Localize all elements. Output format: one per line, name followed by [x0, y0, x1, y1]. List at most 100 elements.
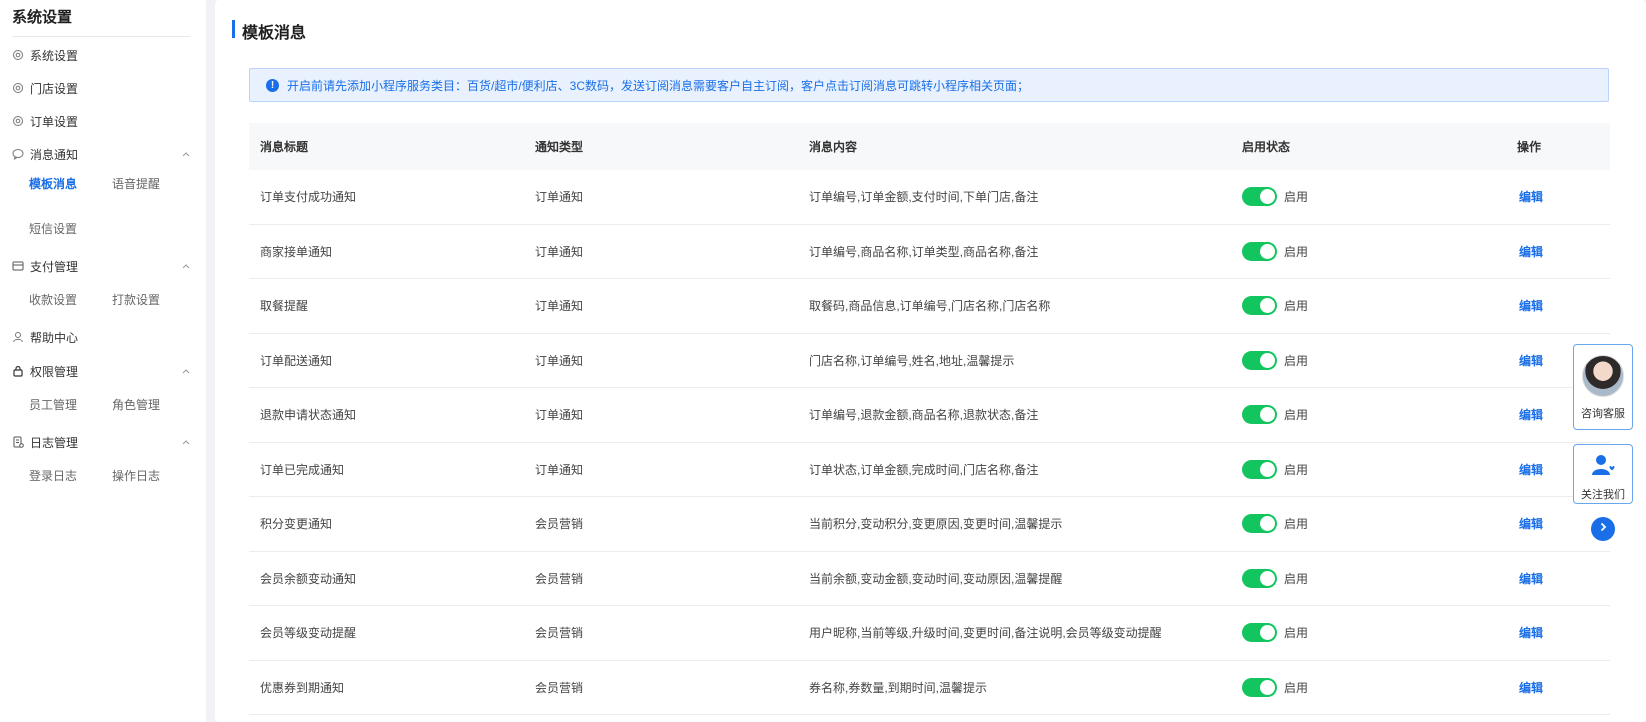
- status-label: 启用: [1284, 626, 1309, 641]
- cell-type: 订单通知: [535, 299, 584, 314]
- enable-toggle[interactable]: [1242, 568, 1277, 588]
- cell-action: 编辑: [1506, 297, 1610, 314]
- sidebar-item-order-settings[interactable]: 订单设置: [12, 109, 192, 133]
- enable-toggle[interactable]: [1242, 623, 1277, 643]
- sidebar-divider: [12, 36, 190, 37]
- cell-status: 启用: [1231, 296, 1506, 316]
- cell-status: 启用: [1231, 350, 1506, 370]
- enable-toggle[interactable]: [1242, 677, 1277, 697]
- edit-link[interactable]: 编辑: [1519, 408, 1543, 422]
- sidebar-sub-sms-settings[interactable]: 短信设置: [29, 220, 77, 237]
- sidebar-sub-payout-settings[interactable]: 打款设置: [112, 291, 160, 308]
- sidebar-item-label: 订单设置: [30, 114, 79, 129]
- cell-content: 用户昵称,当前等级,升级时间,变更时间,备注说明,会员等级变动提醒: [809, 626, 1162, 641]
- cell-title: 订单已完成通知: [260, 462, 345, 477]
- page-title: 模板消息: [242, 25, 307, 42]
- template-message-table: 消息标题 通知类型 消息内容 启用状态 操作 订单支付成功通知 订单通知 订单编号,…: [249, 123, 1610, 715]
- sidebar-item-system-settings[interactable]: 系统设置: [12, 43, 192, 67]
- sidebar-item-log[interactable]: 日志管理: [12, 430, 192, 454]
- sidebar-item-permission[interactable]: 权限管理: [12, 359, 192, 383]
- column-header-title: 消息标题: [260, 140, 309, 154]
- sidebar-item-label: 支付管理: [30, 259, 79, 274]
- cell-status: 启用: [1231, 187, 1506, 207]
- edit-link[interactable]: 编辑: [1519, 681, 1543, 695]
- notice-banner: ! 开启前请先添加小程序服务类目：百货/超市/便利店、3C数码，发送订阅消息需要…: [249, 68, 1609, 102]
- sidebar-sub-login-log[interactable]: 登录日志: [29, 467, 77, 484]
- status-label: 启用: [1284, 517, 1309, 532]
- cell-content: 门店名称,订单编号,姓名,地址,温馨提示: [809, 353, 1015, 368]
- cell-content: 券名称,券数量,到期时间,温馨提示: [809, 680, 988, 695]
- enable-toggle[interactable]: [1242, 241, 1277, 261]
- sidebar-item-store-settings[interactable]: 门店设置: [12, 76, 192, 100]
- enable-toggle[interactable]: [1242, 459, 1277, 479]
- table-row: 会员等级变动提醒 会员营销 用户昵称,当前等级,升级时间,变更时间,备注说明,会员等…: [249, 606, 1610, 661]
- lock-icon: [12, 365, 24, 377]
- sidebar-item-message-notify[interactable]: 消息通知: [12, 142, 192, 166]
- cell-status: 启用: [1231, 677, 1506, 697]
- table-row: 积分变更通知 会员营销 当前积分,变动积分,变更原因,变更时间,温馨提示 启用 编辑: [249, 497, 1610, 552]
- sidebar: 系统设置 系统设置 门店设置 订单设置 消息通知 模板消息 语音提醒 短信设置 …: [0, 0, 206, 722]
- cell-status: 启用: [1231, 405, 1506, 425]
- cell-content: 当前余额,变动金额,变动时间,变动原因,温馨提醒: [809, 571, 1063, 586]
- sidebar-item-label: 权限管理: [30, 364, 79, 379]
- consult-customer-service-button[interactable]: 咨询客服: [1573, 344, 1633, 430]
- table-row: 订单配送通知 订单通知 门店名称,订单编号,姓名,地址,温馨提示 启用 编辑: [249, 334, 1610, 388]
- edit-link[interactable]: 编辑: [1519, 299, 1543, 313]
- notice-text: 开启前请先添加小程序服务类目：百货/超市/便利店、3C数码，发送订阅消息需要客户…: [287, 78, 1030, 93]
- user-icon: [12, 331, 24, 343]
- status-label: 启用: [1284, 353, 1309, 368]
- gear-icon: [12, 49, 24, 61]
- sidebar-item-help-center[interactable]: 帮助中心: [12, 325, 192, 349]
- edit-link[interactable]: 编辑: [1519, 626, 1543, 640]
- sidebar-sub-template-message[interactable]: 模板消息: [29, 175, 77, 192]
- edit-link[interactable]: 编辑: [1519, 354, 1543, 368]
- cell-type: 会员营销: [535, 680, 584, 695]
- cell-status: 启用: [1231, 623, 1506, 643]
- sidebar-sub-operation-log[interactable]: 操作日志: [112, 467, 160, 484]
- cell-title: 取餐提醒: [260, 299, 309, 314]
- enable-toggle[interactable]: [1242, 350, 1277, 370]
- sidebar-item-label: 门店设置: [30, 81, 79, 96]
- sidebar-item-label: 消息通知: [30, 147, 79, 162]
- enable-toggle[interactable]: [1242, 514, 1277, 534]
- column-header-type: 通知类型: [535, 140, 584, 154]
- cell-content: 取餐码,商品信息,订单编号,门店名称,门店名称: [809, 299, 1051, 314]
- sidebar-item-payment[interactable]: 支付管理: [12, 254, 192, 278]
- column-header-action: 操作: [1517, 140, 1542, 154]
- edit-link[interactable]: 编辑: [1519, 572, 1543, 586]
- status-label: 启用: [1284, 299, 1309, 314]
- main-panel: 模板消息 ! 开启前请先添加小程序服务类目：百货/超市/便利店、3C数码，发送订…: [215, 0, 1646, 722]
- cell-content: 订单状态,订单金额,完成时间,门店名称,备注: [809, 462, 1039, 477]
- enable-toggle[interactable]: [1242, 405, 1277, 425]
- chevron-right-icon: [1597, 520, 1609, 538]
- cell-title: 会员等级变动提醒: [260, 626, 357, 641]
- cell-action: 编辑: [1506, 188, 1610, 205]
- table-body: 订单支付成功通知 订单通知 订单编号,订单金额,支付时间,下单门店,备注 启用 编辑 商家…: [249, 170, 1610, 715]
- sidebar-sub-collection-settings[interactable]: 收款设置: [29, 291, 77, 308]
- table-row: 取餐提醒 订单通知 取餐码,商品信息,订单编号,门店名称,门店名称 启用 编辑: [249, 279, 1610, 334]
- status-label: 启用: [1284, 244, 1309, 259]
- follow-label: 关注我们: [1581, 489, 1625, 501]
- cell-title: 订单支付成功通知: [260, 190, 357, 205]
- collapse-float-button[interactable]: [1591, 517, 1615, 541]
- cell-content: 订单编号,商品名称,订单类型,商品名称,备注: [809, 244, 1039, 259]
- sidebar-sub-role-management[interactable]: 角色管理: [112, 396, 160, 413]
- sidebar-sub-voice-reminder[interactable]: 语音提醒: [112, 175, 160, 192]
- sidebar-sub-staff-management[interactable]: 员工管理: [29, 396, 77, 413]
- edit-link[interactable]: 编辑: [1519, 463, 1543, 477]
- cell-type: 会员营销: [535, 517, 584, 532]
- chevron-up-icon: [180, 260, 192, 272]
- cell-status: 启用: [1231, 241, 1506, 261]
- cell-title: 优惠券到期通知: [260, 680, 345, 695]
- edit-link[interactable]: 编辑: [1519, 190, 1543, 204]
- status-label: 启用: [1284, 680, 1309, 695]
- table-row: 优惠券到期通知 会员营销 券名称,券数量,到期时间,温馨提示 启用 编辑: [249, 661, 1610, 715]
- enable-toggle[interactable]: [1242, 296, 1277, 316]
- enable-toggle[interactable]: [1242, 187, 1277, 207]
- cell-status: 启用: [1231, 514, 1506, 534]
- cell-type: 订单通知: [535, 190, 584, 205]
- follow-us-button[interactable]: 关注我们: [1573, 444, 1633, 504]
- edit-link[interactable]: 编辑: [1519, 517, 1543, 531]
- edit-link[interactable]: 编辑: [1519, 245, 1543, 259]
- cell-type: 订单通知: [535, 244, 584, 259]
